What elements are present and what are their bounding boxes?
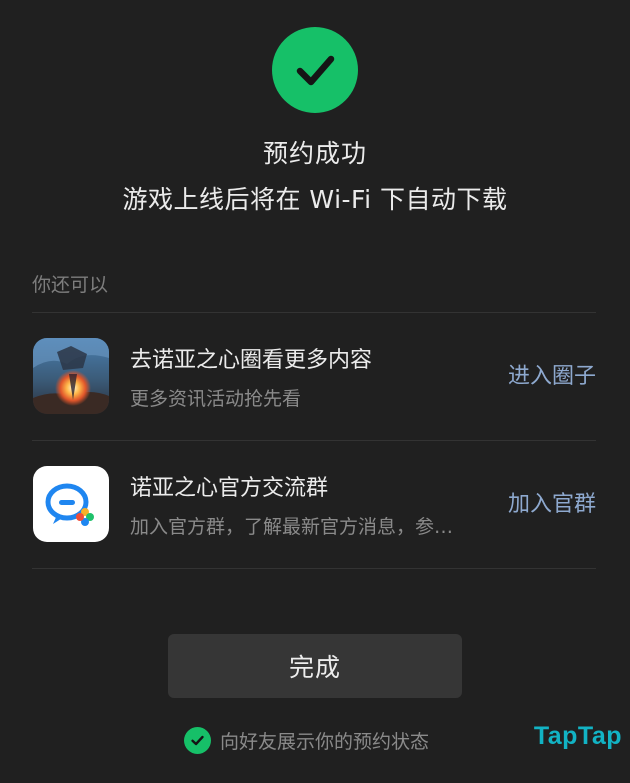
list-item-circle[interactable]: 去诺亚之心圈看更多内容 更多资讯活动抢先看 进入圈子 bbox=[32, 312, 596, 440]
chat-bubbles-icon bbox=[33, 466, 109, 542]
game-artwork-icon bbox=[33, 338, 109, 414]
divider bbox=[32, 568, 596, 569]
item-description: 加入官方群，了解最新官方消息，参… bbox=[130, 516, 454, 538]
taptap-watermark: TapTap bbox=[533, 722, 622, 750]
done-button[interactable]: 完成 bbox=[168, 634, 462, 698]
enter-circle-link[interactable]: 进入圈子 bbox=[508, 358, 596, 390]
section-label: 你还可以 bbox=[32, 274, 109, 296]
checkbox-checked-icon[interactable] bbox=[184, 726, 211, 754]
item-title: 去诺亚之心圈看更多内容 bbox=[130, 348, 373, 373]
item-description: 更多资讯活动抢先看 bbox=[130, 388, 302, 410]
join-group-link[interactable]: 加入官群 bbox=[508, 486, 596, 518]
success-subtitle: 游戏上线后将在 Wi-Fi 下自动下载 bbox=[122, 185, 508, 214]
success-check-icon bbox=[272, 27, 358, 113]
share-status-toggle[interactable]: 向好友展示你的预约状态 bbox=[184, 726, 429, 754]
item-title: 诺亚之心官方交流群 bbox=[130, 476, 329, 501]
success-title: 预约成功 bbox=[262, 139, 367, 168]
list-item-group[interactable]: 诺亚之心官方交流群 加入官方群，了解最新官方消息，参… 加入官群 bbox=[32, 440, 596, 568]
share-status-label: 向好友展示你的预约状态 bbox=[220, 730, 430, 753]
